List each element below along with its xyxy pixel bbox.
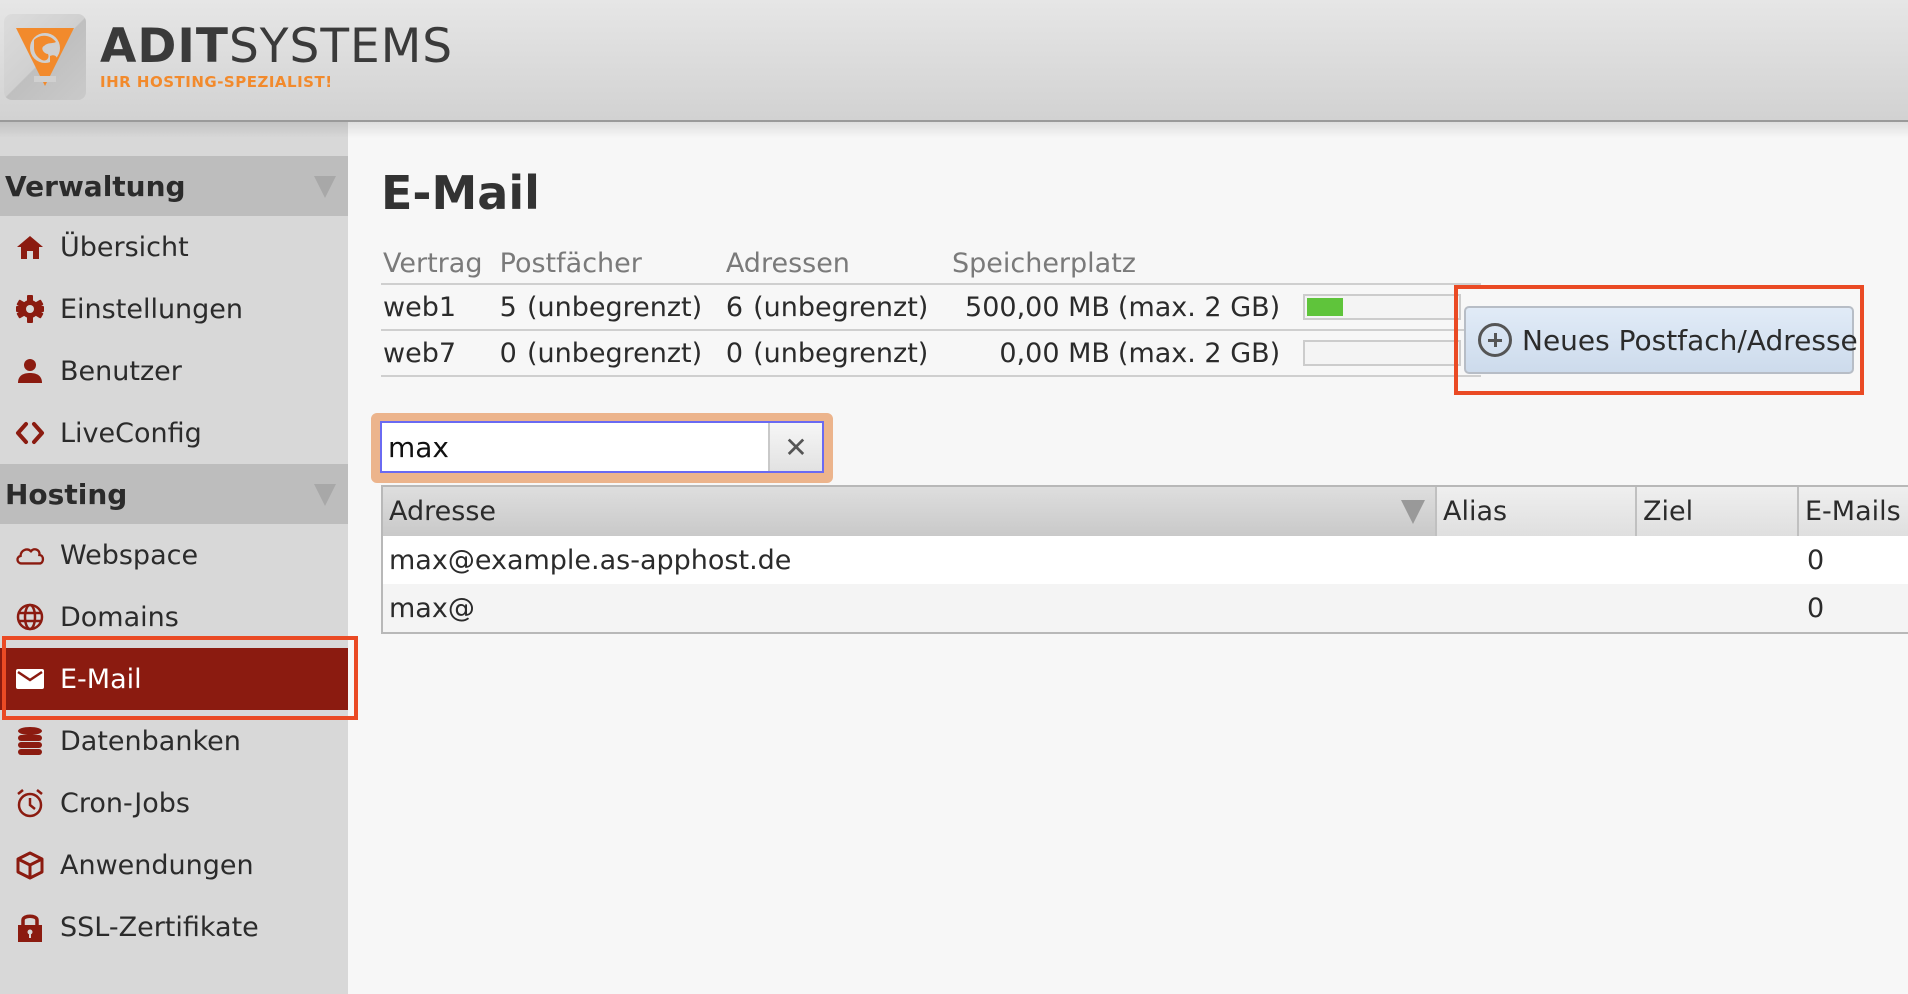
usage-progress-bar <box>1302 294 1461 320</box>
clear-search-button[interactable]: ✕ <box>768 423 822 471</box>
usage-progress-fill <box>1306 298 1343 316</box>
col-speicherplatz: Speicherplatz <box>951 248 1136 279</box>
sidebar-item-liveconfig[interactable]: LiveConfig <box>0 402 348 464</box>
table-row[interactable]: max@example.as-apphost.de 0 <box>383 536 1908 584</box>
column-header-adresse[interactable]: Adresse <box>383 487 1437 536</box>
globe-icon <box>14 601 46 633</box>
postfaecher-count: 0 <box>497 329 525 377</box>
new-button-label: Neues Postfach/Adresse <box>1522 323 1858 357</box>
sidebar-item-email[interactable]: E-Mail <box>0 648 348 710</box>
gear-icon <box>14 293 46 325</box>
emails-cell: 0 <box>1807 544 1825 576</box>
sidebar-item-label: Datenbanken <box>60 725 241 757</box>
adresse-cell: max@example.as-apphost.de <box>389 544 792 576</box>
sidebar-item-ssl-zertifikate[interactable]: SSL-Zertifikate <box>0 896 348 958</box>
plus-circle-icon <box>1478 323 1512 357</box>
speicher-max: (max. 2 GB) <box>1115 329 1301 377</box>
speicher-max: (max. 2 GB) <box>1115 283 1301 330</box>
column-header-emails[interactable]: E-Mails <box>1799 487 1908 536</box>
stats-row: web1 5 (unbegrenzt) 6 (unbegrenzt) 500,0… <box>381 283 1481 330</box>
sidebar-item-benutzer[interactable]: Benutzer <box>0 340 348 402</box>
speicher-used: 0,00 MB <box>949 329 1116 377</box>
adressen-limit: (unbegrenzt) <box>751 329 950 377</box>
col-adressen: Adressen <box>725 248 850 279</box>
new-mailbox-address-button[interactable]: Neues Postfach/Adresse <box>1464 306 1858 374</box>
sidebar-section-title: Hosting <box>5 477 128 511</box>
sidebar-item-webspace[interactable]: Webspace <box>0 524 348 586</box>
sidebar-item-einstellungen[interactable]: Einstellungen <box>0 278 348 340</box>
sidebar-section-title: Verwaltung <box>5 169 186 203</box>
search-input[interactable] <box>382 423 768 471</box>
logo[interactable]: ADITSYSTEMS IHR HOSTING-SPEZIALIST! <box>4 14 453 100</box>
postfaecher-count: 5 <box>497 283 525 330</box>
brand-slogan: IHR HOSTING-SPEZIALIST! <box>100 73 333 91</box>
grid-header: Adresse Alias Ziel E-Mails <box>383 487 1908 536</box>
alarm-clock-icon <box>14 787 46 819</box>
sidebar-item-label: Anwendungen <box>60 849 254 881</box>
sidebar-item-domains[interactable]: Domains <box>0 586 348 648</box>
sort-descending-icon[interactable] <box>1401 500 1425 524</box>
adressen-count: 0 <box>723 329 752 377</box>
sidebar-item-label: Benutzer <box>60 355 182 387</box>
adressen-limit: (unbegrenzt) <box>751 283 950 330</box>
brand-name-light: SYSTEMS <box>228 19 454 74</box>
header-shadow <box>0 122 1908 138</box>
vertrag-cell: web7 <box>381 329 498 377</box>
envelope-icon <box>14 663 46 695</box>
col-vertrag: Vertrag <box>383 248 483 279</box>
user-icon <box>14 355 46 387</box>
package-icon <box>14 849 46 881</box>
column-header-label: Alias <box>1443 496 1508 527</box>
speicher-used: 500,00 MB <box>949 283 1116 330</box>
column-header-label: Adresse <box>389 496 496 527</box>
collapse-triangle-icon[interactable] <box>314 484 336 506</box>
adressen-count: 6 <box>723 283 752 330</box>
app-header: ADITSYSTEMS IHR HOSTING-SPEZIALIST! <box>0 0 1908 122</box>
vertrag-cell: web1 <box>381 283 498 330</box>
main-content: E-Mail Vertrag Postfächer Adressen Speic… <box>348 122 1908 994</box>
globe-triangle-logo-icon <box>4 14 86 100</box>
column-header-ziel[interactable]: Ziel <box>1637 487 1799 536</box>
postfaecher-limit: (unbegrenzt) <box>524 329 724 377</box>
search-box: ✕ <box>380 421 824 473</box>
adresse-cell: max@ <box>389 592 475 624</box>
usage-progress-bar <box>1302 340 1461 366</box>
liveconfig-icon <box>14 417 46 449</box>
sidebar-item-label: Einstellungen <box>60 293 244 325</box>
table-row[interactable]: max@ 0 <box>383 584 1908 632</box>
emails-cell: 0 <box>1807 592 1825 624</box>
brand-name: ADITSYSTEMS <box>100 23 453 71</box>
sidebar-item-label: SSL-Zertifikate <box>60 911 259 943</box>
sidebar-item-label: LiveConfig <box>60 417 202 449</box>
home-icon <box>14 231 46 263</box>
address-grid: Adresse Alias Ziel E-Mails max@example.a… <box>381 485 1908 634</box>
database-icon <box>14 725 46 757</box>
lock-icon <box>14 911 46 943</box>
stats-row: web7 0 (unbegrenzt) 0 (unbegrenzt) 0,00 … <box>381 329 1481 377</box>
sidebar-item-label: Domains <box>60 601 179 633</box>
col-postfaecher: Postfächer <box>499 248 642 279</box>
sidebar-section-hosting[interactable]: Hosting <box>0 464 348 524</box>
sidebar-item-label: Cron-Jobs <box>60 787 190 819</box>
sidebar: Verwaltung Übersicht Einstellungen Benut… <box>0 122 348 994</box>
page-title: E-Mail <box>381 166 540 220</box>
brand-name-bold: ADIT <box>100 19 229 74</box>
cloud-icon <box>14 539 46 571</box>
sidebar-section-verwaltung[interactable]: Verwaltung <box>0 156 348 216</box>
column-header-label: E-Mails <box>1805 496 1901 527</box>
sidebar-item-anwendungen[interactable]: Anwendungen <box>0 834 348 896</box>
column-header-label: Ziel <box>1643 496 1694 527</box>
sidebar-item-label: Übersicht <box>60 231 189 263</box>
sidebar-item-label: E-Mail <box>60 663 142 695</box>
close-icon: ✕ <box>784 430 808 464</box>
sidebar-item-cron-jobs[interactable]: Cron-Jobs <box>0 772 348 834</box>
column-header-alias[interactable]: Alias <box>1437 487 1637 536</box>
contract-stats-table: Vertrag Postfächer Adressen Speicherplat… <box>381 244 1481 377</box>
postfaecher-limit: (unbegrenzt) <box>524 283 724 330</box>
sidebar-item-datenbanken[interactable]: Datenbanken <box>0 710 348 772</box>
sidebar-item-uebersicht[interactable]: Übersicht <box>0 216 348 278</box>
collapse-triangle-icon[interactable] <box>314 176 336 198</box>
sidebar-item-label: Webspace <box>60 539 199 571</box>
